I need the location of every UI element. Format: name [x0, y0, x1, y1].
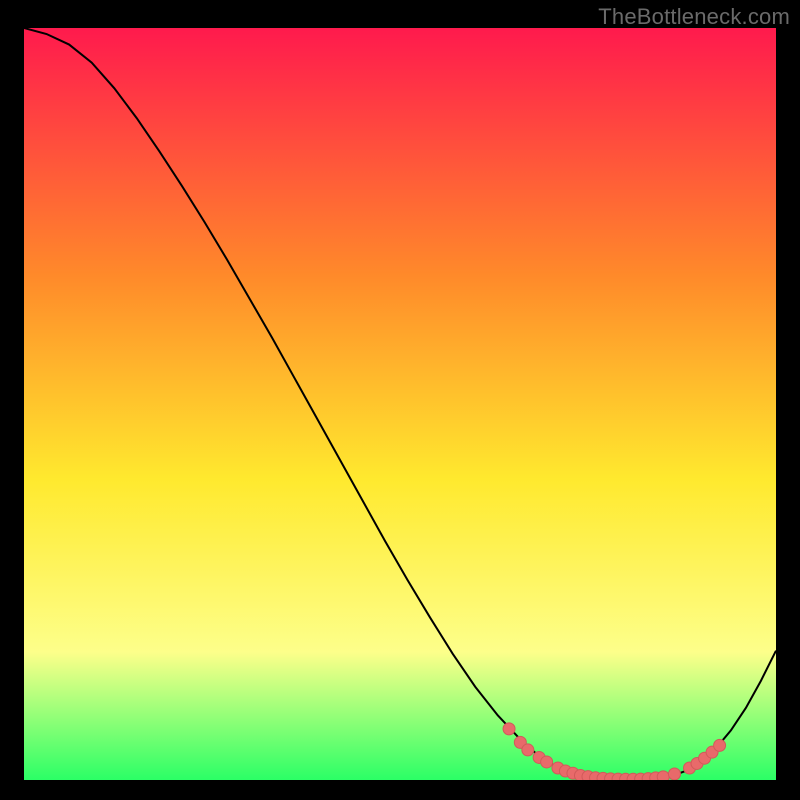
highlight-dot — [657, 771, 669, 780]
plot-area — [24, 28, 776, 780]
highlight-dot — [541, 756, 553, 768]
highlight-dot — [714, 739, 726, 751]
highlight-dot — [503, 723, 515, 735]
highlight-dot — [668, 768, 680, 780]
bottleneck-chart — [24, 28, 776, 780]
watermark-text: TheBottleneck.com — [598, 4, 790, 30]
highlight-dot — [522, 744, 534, 756]
chart-frame: TheBottleneck.com — [0, 0, 800, 800]
gradient-background — [24, 28, 776, 780]
